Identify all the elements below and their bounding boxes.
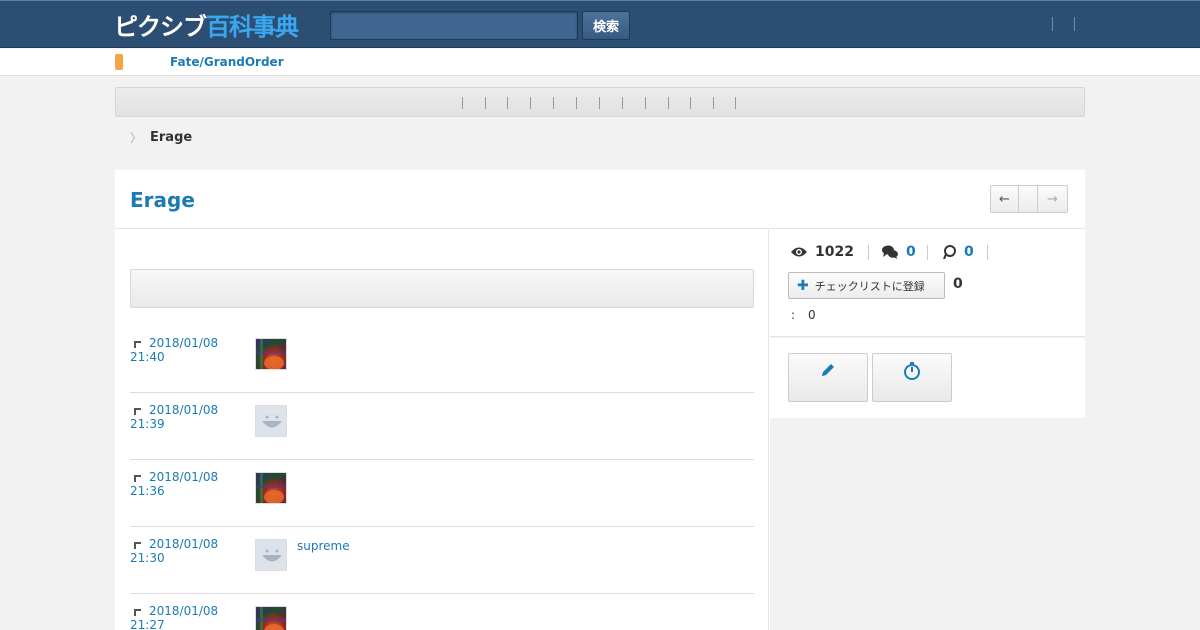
history-button[interactable] bbox=[872, 353, 952, 402]
user-avatar[interactable] bbox=[255, 472, 287, 504]
edit-button[interactable] bbox=[788, 353, 868, 402]
menu-divider bbox=[735, 97, 736, 109]
logo-text-encyclopedia: 百科事典 bbox=[206, 12, 299, 41]
pins-count: 0 bbox=[964, 244, 974, 260]
header-divider bbox=[1052, 17, 1053, 31]
revision-date-link[interactable]: 2018/01/08 21:39 bbox=[130, 403, 240, 431]
pins-stat[interactable]: 0 bbox=[942, 244, 974, 260]
category-tag-marker bbox=[115, 54, 123, 70]
history-row: 2018/01/08 21:39 bbox=[130, 393, 754, 460]
user-avatar[interactable] bbox=[255, 539, 287, 571]
menu-divider bbox=[690, 97, 691, 109]
sub-navigation: Fate/GrandOrder bbox=[0, 49, 1200, 76]
speech-bubbles-icon bbox=[882, 245, 898, 259]
comments-stat[interactable]: 0 bbox=[882, 244, 916, 260]
menu-divider bbox=[553, 97, 554, 109]
revision-user-link[interactable]: supreme bbox=[297, 539, 350, 553]
tools-box bbox=[770, 338, 1085, 418]
menu-divider bbox=[622, 97, 623, 109]
revision-time: 21:36 bbox=[130, 484, 165, 498]
menu-divider bbox=[485, 97, 486, 109]
logo-text-pixiv: ピクシブ bbox=[114, 12, 207, 41]
next-article-button[interactable]: → bbox=[1038, 185, 1068, 213]
article-panel: Erage ← → 2018/01/08 21:40 2018/01/08 21:39… bbox=[115, 170, 1085, 630]
revision-time: 21:27 bbox=[130, 618, 165, 630]
revision-date-link[interactable]: 2018/01/08 21:40 bbox=[130, 336, 240, 364]
checklist-count: 0 bbox=[953, 276, 963, 292]
revision-date: 2018/01/08 bbox=[149, 403, 219, 417]
menu-divider bbox=[530, 97, 531, 109]
checklist-button-label: チェックリストに登録 bbox=[814, 279, 925, 293]
menu-divider bbox=[668, 97, 669, 109]
title-row: Erage ← → bbox=[115, 170, 1085, 229]
info-label-colon: : bbox=[791, 308, 796, 322]
site-logo[interactable]: ピクシブ 百科事典 bbox=[114, 10, 299, 41]
history-row: 2018/01/08 21:30 supreme bbox=[130, 527, 754, 594]
sidebar: 1022 0 0 ✚ チェックリストに登録 0 : 0 bbox=[770, 230, 1085, 630]
plus-icon: ✚ bbox=[797, 277, 809, 294]
revision-date-link[interactable]: 2018/01/08 21:36 bbox=[130, 470, 240, 498]
page-title: Erage bbox=[130, 188, 195, 212]
breadcrumb-current: Erage bbox=[150, 130, 193, 145]
user-avatar[interactable] bbox=[255, 405, 287, 437]
menu-divider bbox=[507, 97, 508, 109]
search-input[interactable] bbox=[330, 11, 578, 40]
top-header: ピクシブ 百科事典 検索 bbox=[0, 0, 1200, 48]
user-avatar[interactable] bbox=[255, 338, 287, 370]
article-pager-middle[interactable] bbox=[1019, 185, 1038, 213]
history-row: 2018/01/08 21:27 bbox=[130, 594, 754, 630]
revision-date-link[interactable]: 2018/01/08 21:30 bbox=[130, 537, 240, 565]
stat-divider bbox=[987, 245, 988, 260]
header-divider bbox=[1074, 17, 1075, 31]
menu-divider bbox=[645, 97, 646, 109]
category-menu-bar bbox=[115, 87, 1085, 117]
stat-divider bbox=[868, 245, 869, 260]
stat-divider bbox=[927, 245, 928, 260]
menu-divider bbox=[713, 97, 714, 109]
pin-icon bbox=[942, 245, 956, 259]
stopwatch-icon bbox=[903, 362, 921, 401]
user-avatar[interactable] bbox=[255, 606, 287, 630]
history-header-box bbox=[130, 269, 754, 308]
revision-time: 21:30 bbox=[130, 551, 165, 565]
eye-icon bbox=[790, 246, 808, 258]
revision-time: 21:39 bbox=[130, 417, 165, 431]
history-row: 2018/01/08 21:36 bbox=[130, 460, 754, 527]
revision-date: 2018/01/08 bbox=[149, 336, 219, 350]
revision-date: 2018/01/08 bbox=[149, 537, 219, 551]
stats-box: 1022 0 0 ✚ チェックリストに登録 0 : 0 bbox=[770, 230, 1085, 337]
breadcrumb-separator: 〉 bbox=[130, 131, 143, 145]
menu-divider bbox=[599, 97, 600, 109]
views-stat: 1022 bbox=[790, 244, 854, 260]
revision-date: 2018/01/08 bbox=[149, 470, 219, 484]
revision-date-link[interactable]: 2018/01/08 21:27 bbox=[130, 604, 240, 630]
history-row: 2018/01/08 21:40 bbox=[130, 326, 754, 393]
info-value: 0 bbox=[808, 308, 816, 322]
revision-date: 2018/01/08 bbox=[149, 604, 219, 618]
menu-divider bbox=[462, 97, 463, 109]
pencil-icon bbox=[820, 362, 836, 401]
menu-divider bbox=[576, 97, 577, 109]
revision-time: 21:40 bbox=[130, 350, 165, 364]
prev-article-button[interactable]: ← bbox=[990, 185, 1019, 213]
history-column: 2018/01/08 21:40 2018/01/08 21:39 2018/01/08… bbox=[115, 230, 769, 630]
comments-count: 0 bbox=[906, 244, 916, 260]
add-to-checklist-button[interactable]: ✚ チェックリストに登録 bbox=[788, 272, 945, 299]
search-button[interactable]: 検索 bbox=[582, 11, 630, 40]
subnav-link-fgo[interactable]: Fate/GrandOrder bbox=[170, 55, 284, 69]
views-count: 1022 bbox=[815, 244, 854, 260]
